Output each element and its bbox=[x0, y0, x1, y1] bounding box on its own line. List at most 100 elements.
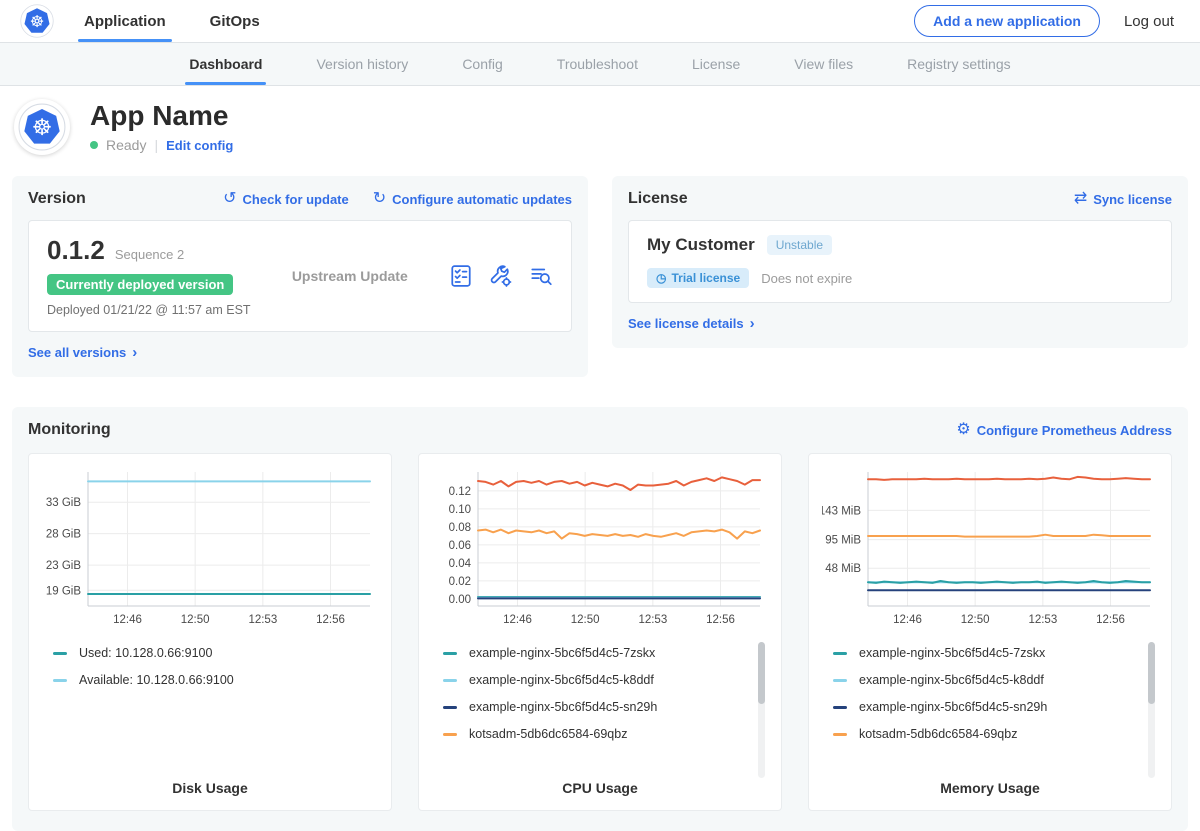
chart-title-disk-usage: Disk Usage bbox=[37, 774, 383, 796]
channel-badge: Unstable bbox=[767, 235, 832, 255]
svg-text:12:46: 12:46 bbox=[893, 614, 922, 626]
subnav-tab-troubleshoot[interactable]: Troubleshoot bbox=[557, 43, 638, 85]
subnav-tab-version-history[interactable]: Version history bbox=[316, 43, 408, 85]
top-nav: ☸ Application GitOps Add a new applicatio… bbox=[0, 0, 1200, 43]
legend-item: Used: 10.128.0.66:9100 bbox=[53, 646, 371, 660]
subnav-tab-dashboard[interactable]: Dashboard bbox=[189, 43, 262, 85]
legend-label: kotsadm-5db6dc6584-69qbz bbox=[859, 727, 1017, 741]
svg-text:☸: ☸ bbox=[32, 115, 53, 141]
svg-text:12:53: 12:53 bbox=[248, 614, 277, 626]
svg-text:0.04: 0.04 bbox=[449, 558, 472, 570]
subnav-tab-registry-settings[interactable]: Registry settings bbox=[907, 43, 1010, 85]
subnav-tab-config[interactable]: Config bbox=[462, 43, 502, 85]
version-card: Version ↺ Check for update ↻ Configure a… bbox=[12, 176, 588, 377]
svg-text:12:46: 12:46 bbox=[503, 614, 532, 626]
chevron-right-icon: › bbox=[132, 344, 137, 361]
configure-prometheus-link[interactable]: ⚙ Configure Prometheus Address bbox=[956, 422, 1172, 438]
disk-usage-chart: 33 GiB28 GiB23 GiB19 GiB12:4612:5012:531… bbox=[42, 464, 378, 632]
legend-scrollbar[interactable] bbox=[758, 642, 765, 778]
legend-item: example-nginx-5bc6f5d4c5-k8ddf bbox=[443, 673, 761, 687]
config-wrench-icon[interactable] bbox=[489, 264, 513, 288]
chart-card-disk-usage: 33 GiB28 GiB23 GiB19 GiB12:4612:5012:531… bbox=[28, 453, 392, 811]
trial-license-badge: ◷ Trial license bbox=[647, 268, 749, 288]
legend-label: Used: 10.128.0.66:9100 bbox=[79, 646, 212, 660]
chart-card-memory-usage: 143 MiB95 MiB48 MiB12:4612:5012:5312:56e… bbox=[808, 453, 1172, 811]
sync-arrows-icon: ⇄ bbox=[1074, 191, 1087, 207]
svg-text:12:56: 12:56 bbox=[1096, 614, 1125, 626]
svg-text:23 GiB: 23 GiB bbox=[46, 560, 81, 572]
subnav-tab-license[interactable]: License bbox=[692, 43, 740, 85]
edit-config-link[interactable]: Edit config bbox=[166, 138, 233, 153]
legend-label: example-nginx-5bc6f5d4c5-k8ddf bbox=[859, 673, 1044, 687]
gear-icon: ⚙ bbox=[956, 422, 970, 438]
view-diff-logs-icon[interactable] bbox=[529, 264, 553, 288]
legend-item: example-nginx-5bc6f5d4c5-sn29h bbox=[833, 700, 1151, 714]
monitoring-section: Monitoring ⚙ Configure Prometheus Addres… bbox=[12, 407, 1188, 831]
monitoring-title: Monitoring bbox=[28, 421, 111, 439]
legend-swatch bbox=[53, 652, 67, 655]
memory-usage-legend: example-nginx-5bc6f5d4c5-7zskx example-ng… bbox=[833, 646, 1151, 774]
svg-text:95 MiB: 95 MiB bbox=[825, 535, 861, 547]
memory-usage-chart: 143 MiB95 MiB48 MiB12:4612:5012:5312:56 bbox=[822, 464, 1158, 632]
legend-swatch bbox=[443, 679, 457, 682]
chevron-right-icon: › bbox=[750, 315, 755, 332]
see-all-versions-link[interactable]: See all versions › bbox=[28, 344, 137, 361]
disk-usage-legend: Used: 10.128.0.66:9100 Available: 10.128.… bbox=[53, 646, 371, 774]
deployed-timestamp: Deployed 01/21/22 @ 11:57 am EST bbox=[47, 303, 251, 317]
legend-swatch bbox=[443, 706, 457, 709]
svg-text:28 GiB: 28 GiB bbox=[46, 529, 81, 541]
logout-button[interactable]: Log out bbox=[1124, 13, 1174, 30]
check-for-update-link[interactable]: ↺ Check for update bbox=[223, 191, 349, 207]
configure-automatic-updates-link[interactable]: ↻ Configure automatic updates bbox=[373, 191, 572, 207]
svg-text:☸: ☸ bbox=[30, 12, 45, 31]
legend-item: kotsadm-5db6dc6584-69qbz bbox=[833, 727, 1151, 741]
legend-label: Available: 10.128.0.66:9100 bbox=[79, 673, 234, 687]
chart-title-memory-usage: Memory Usage bbox=[817, 774, 1163, 796]
svg-text:0.10: 0.10 bbox=[449, 504, 471, 516]
kubernetes-logo-icon[interactable]: ☸ bbox=[20, 4, 54, 38]
schedule-refresh-icon: ↻ bbox=[373, 191, 386, 207]
legend-item: example-nginx-5bc6f5d4c5-7zskx bbox=[833, 646, 1151, 660]
ready-status-dot bbox=[90, 141, 98, 149]
app-sub-nav: Dashboard Version history Config Troublesho… bbox=[0, 43, 1200, 86]
sync-license-link[interactable]: ⇄ Sync license bbox=[1074, 191, 1172, 207]
app-header: ☸ App Name Ready | Edit config bbox=[0, 86, 1200, 170]
svg-text:12:46: 12:46 bbox=[113, 614, 142, 626]
legend-scrollbar[interactable] bbox=[1148, 642, 1155, 778]
chart-title-cpu-usage: CPU Usage bbox=[427, 774, 773, 796]
topnav-tab-application[interactable]: Application bbox=[84, 0, 166, 42]
scrollbar-thumb[interactable] bbox=[758, 642, 765, 704]
svg-text:12:56: 12:56 bbox=[706, 614, 735, 626]
license-card: License ⇄ Sync license My Customer Unsta… bbox=[612, 176, 1188, 348]
currently-deployed-badge: Currently deployed version bbox=[47, 274, 233, 295]
version-sequence: Sequence 2 bbox=[115, 247, 184, 262]
customer-name: My Customer bbox=[647, 235, 755, 255]
legend-swatch bbox=[833, 679, 847, 682]
add-new-application-button[interactable]: Add a new application bbox=[914, 5, 1100, 37]
legend-item: example-nginx-5bc6f5d4c5-sn29h bbox=[443, 700, 761, 714]
subnav-tab-view-files[interactable]: View files bbox=[794, 43, 853, 85]
legend-item: Available: 10.128.0.66:9100 bbox=[53, 673, 371, 687]
app-avatar-kubernetes-icon: ☸ bbox=[14, 99, 70, 155]
license-expiry-text: Does not expire bbox=[761, 271, 852, 286]
legend-swatch bbox=[53, 679, 67, 682]
topnav-tab-gitops[interactable]: GitOps bbox=[210, 0, 260, 42]
legend-label: example-nginx-5bc6f5d4c5-k8ddf bbox=[469, 673, 654, 687]
svg-text:48 MiB: 48 MiB bbox=[825, 563, 861, 575]
upstream-update-label: Upstream Update bbox=[251, 268, 449, 284]
svg-text:33 GiB: 33 GiB bbox=[46, 497, 81, 509]
svg-text:0.06: 0.06 bbox=[449, 540, 471, 552]
license-card-title: License bbox=[628, 190, 688, 208]
preflight-checks-icon[interactable] bbox=[449, 264, 473, 288]
legend-label: example-nginx-5bc6f5d4c5-7zskx bbox=[859, 646, 1045, 660]
legend-item: kotsadm-5db6dc6584-69qbz bbox=[443, 727, 761, 741]
see-license-details-link[interactable]: See license details › bbox=[628, 315, 755, 332]
divider: | bbox=[154, 137, 158, 153]
svg-text:12:50: 12:50 bbox=[571, 614, 600, 626]
legend-label: example-nginx-5bc6f5d4c5-sn29h bbox=[859, 700, 1047, 714]
svg-text:12:50: 12:50 bbox=[181, 614, 210, 626]
svg-text:0.12: 0.12 bbox=[449, 486, 471, 498]
svg-text:0.00: 0.00 bbox=[449, 594, 471, 606]
scrollbar-thumb[interactable] bbox=[1148, 642, 1155, 704]
legend-label: kotsadm-5db6dc6584-69qbz bbox=[469, 727, 627, 741]
